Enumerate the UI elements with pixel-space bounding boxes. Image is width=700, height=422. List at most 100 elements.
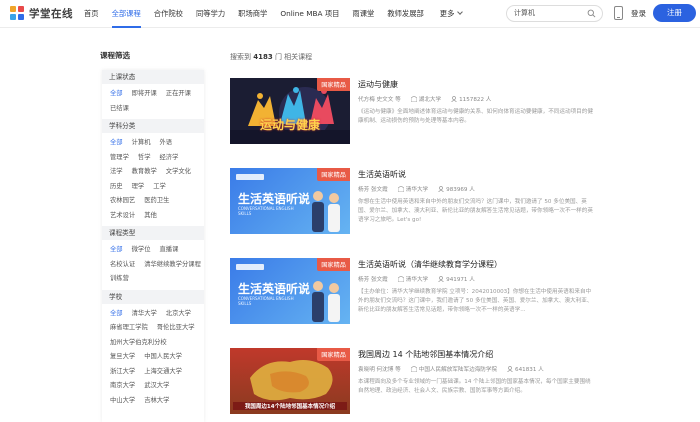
filter-group-status-label: 上课状态 xyxy=(102,70,204,84)
tsinghua-logo xyxy=(236,264,264,270)
filter-option[interactable]: 中国人民大学 xyxy=(144,350,182,365)
filter-option[interactable]: 全部 xyxy=(110,136,123,151)
nav-teacher-development[interactable]: 教师发展部 xyxy=(387,0,423,28)
people-illustration xyxy=(312,281,340,322)
top-header: 学堂在线 首页 全部课程 合作院校 同等学力 职场商学 Online MBA 项… xyxy=(0,0,700,28)
filter-option[interactable]: 清华继续教学分课程 xyxy=(144,258,201,273)
register-button[interactable]: 注册 xyxy=(653,4,696,22)
course-card[interactable]: 运动与健康 国家精品 运动与健康 代方梅 史文文 等 湖北大学 1157822 … xyxy=(230,78,600,148)
filter-option[interactable]: 全部 xyxy=(110,87,123,102)
filter-option[interactable]: 文学文化 xyxy=(166,165,191,180)
filter-group-school-label: 学校 xyxy=(102,289,204,304)
site-logo[interactable]: 学堂在线 xyxy=(10,6,73,21)
course-title[interactable]: 生活英语听说 xyxy=(358,169,406,180)
filter-option[interactable]: 中山大学 xyxy=(110,394,135,409)
course-school: 清华大学 xyxy=(397,275,428,283)
filter-option[interactable]: 哲学 xyxy=(138,151,151,166)
filter-option[interactable]: 上海交通大学 xyxy=(144,365,182,380)
filter-option[interactable]: 直播课 xyxy=(159,243,178,258)
filter-option[interactable]: 即将开课 xyxy=(132,87,157,102)
course-meta: 代方梅 史文文 等 湖北大学 1157822 人 xyxy=(358,95,501,103)
search-icon[interactable] xyxy=(587,9,596,18)
course-teacher: 袁晓明 何沈博 等 xyxy=(358,367,401,373)
filter-option[interactable]: 理学 xyxy=(132,180,145,195)
course-school-name: 清华大学 xyxy=(405,187,429,193)
course-student-count: 941971 人 xyxy=(446,277,475,283)
filter-option[interactable]: 农林园艺 xyxy=(110,194,135,209)
filter-group-type: 全部 微学位 直播课 名校认证 清华继续教学分课程 训练营 xyxy=(102,240,204,290)
tsinghua-logo xyxy=(236,174,264,180)
course-meta: 袁晓明 何沈博 等 中国人民解放军陆军边海防学院 641831 人 xyxy=(358,365,554,373)
filter-option[interactable]: 武汉大学 xyxy=(144,379,169,394)
course-school-name: 湖北大学 xyxy=(418,97,442,103)
filter-option[interactable]: 南京大学 xyxy=(110,379,135,394)
search-box xyxy=(506,5,603,22)
filter-option[interactable]: 哥伦比亚大学 xyxy=(157,321,195,336)
filter-option[interactable]: 教育教学 xyxy=(132,165,157,180)
filter-option[interactable]: 吉林大学 xyxy=(144,394,169,409)
filter-option[interactable]: 历史 xyxy=(110,180,123,195)
filter-group-status: 全部 即将开课 正在开课 已结课 xyxy=(102,84,204,119)
filter-option[interactable]: 全部 xyxy=(110,243,123,258)
nav-all-courses[interactable]: 全部课程 xyxy=(111,0,141,28)
thumbnail-subcaption: CONVERSATIONAL ENGLISH SKILLS xyxy=(238,206,294,216)
filter-option[interactable]: 管理学 xyxy=(110,151,129,166)
filter-title: 课程筛选 xyxy=(100,51,130,60)
school-icon xyxy=(397,186,404,192)
filter-option[interactable]: 加州大学伯克利分校 xyxy=(110,336,167,351)
logo-icon xyxy=(10,6,25,21)
nav-partner-schools[interactable]: 合作院校 xyxy=(154,0,183,28)
filter-option[interactable]: 复旦大学 xyxy=(110,350,135,365)
chevron-down-icon xyxy=(457,9,464,15)
course-thumbnail[interactable]: 运动与健康 国家精品 xyxy=(230,78,350,144)
result-count-prefix: 搜索到 xyxy=(230,53,251,61)
course-thumbnail[interactable]: 生活英语听说 CONVERSATIONAL ENGLISH SKILLS 国家精… xyxy=(230,168,350,234)
course-school: 湖北大学 xyxy=(410,95,442,103)
nav-business-school[interactable]: 职场商学 xyxy=(238,0,267,28)
filter-option[interactable]: 训练营 xyxy=(110,272,129,287)
course-card[interactable]: 生活英语听说 CONVERSATIONAL ENGLISH SKILLS 国家精… xyxy=(230,168,600,238)
course-thumbnail[interactable]: 我国周边14个陆地邻国基本情况介绍 国家精品 xyxy=(230,348,350,414)
result-count-suffix: 门 相关课程 xyxy=(274,53,313,61)
filter-option[interactable]: 麻省理工学院 xyxy=(110,321,148,336)
filter-option[interactable]: 微学位 xyxy=(132,243,151,258)
search-input[interactable] xyxy=(514,9,584,17)
course-thumbnail[interactable]: 生活英语听说 CONVERSATIONAL ENGLISH SKILLS 国家精… xyxy=(230,258,350,324)
filter-option[interactable]: 正在开课 xyxy=(166,87,191,102)
filter-option[interactable]: 名校认证 xyxy=(110,258,135,273)
filter-option[interactable]: 全部 xyxy=(110,307,123,322)
course-school: 清华大学 xyxy=(397,185,429,193)
filter-option[interactable]: 外语 xyxy=(159,136,172,151)
filter-option[interactable]: 北京大学 xyxy=(166,307,191,322)
badge-national-quality: 国家精品 xyxy=(317,348,350,361)
course-school-name: 中国人民解放军陆军边海防学院 xyxy=(418,367,498,373)
course-card[interactable]: 生活英语听说 CONVERSATIONAL ENGLISH SKILLS 国家精… xyxy=(230,258,600,328)
nav-more[interactable]: 更多 xyxy=(440,0,464,28)
course-title[interactable]: 我国周边 14 个陆地邻国基本情况介绍 xyxy=(358,349,493,360)
course-card[interactable]: 我国周边14个陆地邻国基本情况介绍 国家精品 我国周边 14 个陆地邻国基本情况… xyxy=(230,348,600,418)
result-count: 搜索到 4183 门 相关课程 xyxy=(230,52,312,62)
filter-option[interactable]: 浙江大学 xyxy=(110,365,135,380)
filter-option[interactable]: 经济学 xyxy=(159,151,178,166)
filter-option[interactable]: 清华大学 xyxy=(132,307,157,322)
nav-online-mba[interactable]: Online MBA 项目 xyxy=(280,0,339,28)
mobile-app-icon[interactable] xyxy=(614,6,623,20)
filter-option[interactable]: 工学 xyxy=(153,180,166,195)
nav-equivalent-degree[interactable]: 同等学力 xyxy=(196,0,225,28)
main-nav: 首页 全部课程 合作院校 同等学力 职场商学 Online MBA 项目 雨课堂… xyxy=(84,0,475,28)
login-link[interactable]: 登录 xyxy=(631,8,646,19)
course-title[interactable]: 运动与健康 xyxy=(358,79,398,90)
filter-option[interactable]: 其他 xyxy=(144,209,157,224)
filter-option[interactable]: 已结课 xyxy=(110,102,129,117)
filter-option[interactable]: 法学 xyxy=(110,165,123,180)
thumbnail-caption: 生活英语听说 xyxy=(238,282,311,296)
filter-option[interactable]: 艺术设计 xyxy=(110,209,135,224)
filter-option[interactable]: 医药卫生 xyxy=(144,194,169,209)
nav-home[interactable]: 首页 xyxy=(84,0,99,28)
course-title[interactable]: 生活英语听说（清华继续教育学分课程） xyxy=(358,259,502,270)
filter-option[interactable]: 计算机 xyxy=(132,136,151,151)
thumbnail-subcaption: CONVERSATIONAL ENGLISH SKILLS xyxy=(238,296,294,306)
badge-national-quality: 国家精品 xyxy=(317,168,350,181)
nav-rain-classroom[interactable]: 雨课堂 xyxy=(352,0,374,28)
course-students: 941971 人 xyxy=(438,275,475,283)
